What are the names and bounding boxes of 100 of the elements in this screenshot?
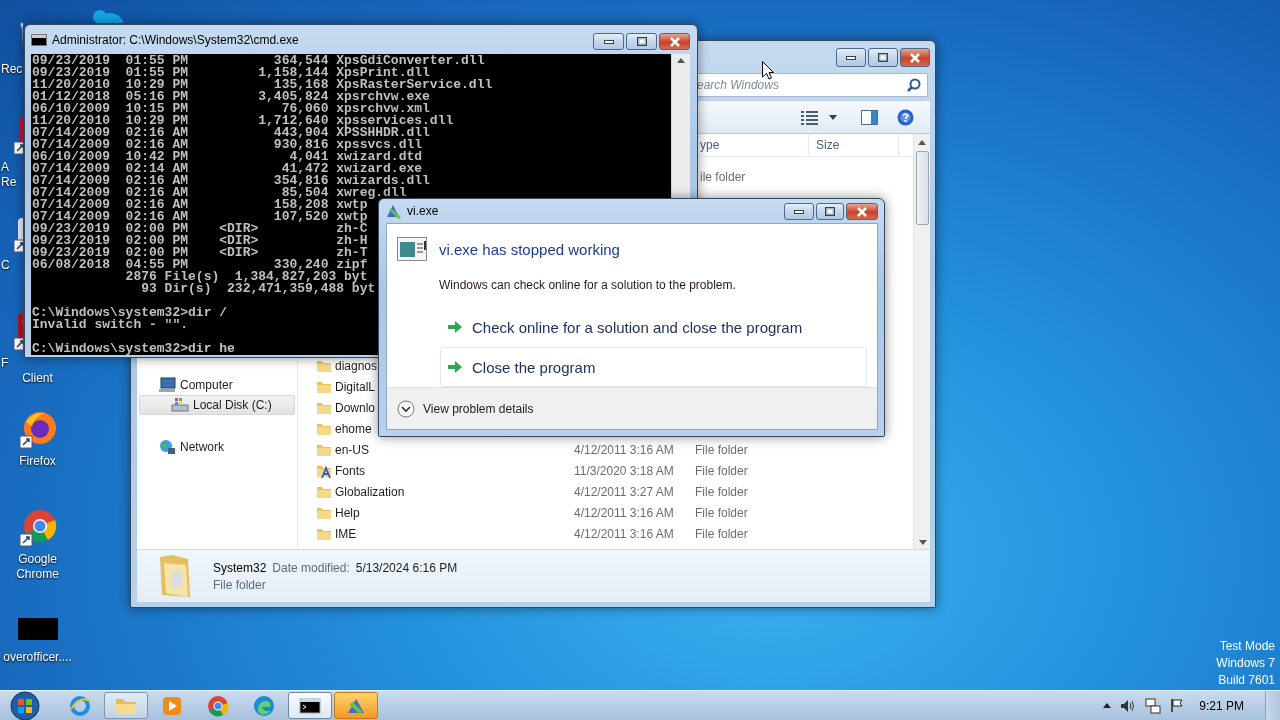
minimize-button[interactable] bbox=[784, 203, 814, 220]
scroll-down-icon[interactable] bbox=[919, 540, 927, 545]
console-line: 09/23/2019 02:00 PM <DIR> zh-T bbox=[32, 247, 368, 259]
console-line: C:\Windows\system32>dir / bbox=[32, 307, 228, 319]
console-line: 11/20/2010 10:29 PM 135,168 XpsRasterService.dll bbox=[32, 79, 493, 91]
scrollbar[interactable] bbox=[913, 134, 930, 549]
dropdown-button[interactable] bbox=[829, 115, 837, 120]
console-line: 07/14/2009 02:16 AM 85,504 xwreg.dll bbox=[32, 187, 407, 199]
details-link[interactable]: View problem details bbox=[423, 401, 534, 416]
scroll-thumb[interactable] bbox=[915, 151, 929, 225]
app-icon bbox=[386, 203, 402, 219]
file-name[interactable]: Downlo bbox=[335, 400, 376, 415]
column-header[interactable]: ype bbox=[700, 134, 808, 156]
console-line: 09/23/2019 02:00 PM <DIR> zh-C bbox=[32, 223, 368, 235]
computer-icon bbox=[158, 377, 176, 393]
folder-icon bbox=[158, 553, 192, 599]
expand-icon[interactable] bbox=[397, 399, 415, 418]
desktop-icon-label: Rec bbox=[0, 62, 23, 77]
help-button[interactable] bbox=[897, 109, 914, 126]
file-date: 4/12/2011 3:16 AM bbox=[573, 526, 675, 541]
clock[interactable]: 9:21 PM bbox=[1199, 698, 1244, 713]
console-line: 07/14/2009 02:16 AM 107,520 xwtp bbox=[32, 211, 368, 223]
file-type: ile folder bbox=[700, 169, 747, 184]
desktop-icon-label: Client bbox=[22, 371, 53, 386]
desktop-icon[interactable] bbox=[17, 508, 58, 548]
close-button[interactable] bbox=[900, 48, 930, 67]
maximize-button[interactable] bbox=[868, 48, 898, 67]
minimize-icon bbox=[603, 39, 614, 44]
item-name: System32 bbox=[213, 560, 267, 575]
desktop-icon-label: C bbox=[0, 258, 10, 273]
taskbar-button[interactable] bbox=[288, 692, 332, 719]
console-line: 07/14/2009 02:16 AM 930,816 xpssvcs.dll bbox=[32, 139, 423, 151]
file-name[interactable]: Help bbox=[335, 505, 360, 520]
view-options-button[interactable] bbox=[801, 110, 819, 125]
speaker-icon bbox=[1120, 698, 1137, 713]
scroll-up-icon[interactable] bbox=[918, 140, 926, 145]
windows-logo-icon bbox=[10, 690, 40, 720]
minimize-icon bbox=[846, 55, 856, 60]
file-name[interactable]: Fonts bbox=[335, 463, 365, 478]
desktop-icon[interactable] bbox=[17, 410, 58, 450]
media-player-icon bbox=[161, 694, 183, 717]
console-line: 06/08/2018 04:55 PM 330,240 zipf bbox=[32, 259, 368, 271]
file-name[interactable]: DigitalL bbox=[335, 379, 376, 394]
minimize-icon bbox=[794, 209, 804, 214]
search-icon bbox=[907, 78, 921, 92]
console-line: 09/23/2019 01:55 PM 364,544 XpsGdiConverter.dll bbox=[32, 55, 485, 67]
flag-icon bbox=[1170, 698, 1185, 713]
maximize-icon bbox=[636, 37, 647, 46]
caret-icon bbox=[1103, 703, 1112, 708]
console-line: 09/23/2019 01:55 PM 1,158,144 XpsPrint.dll bbox=[32, 67, 430, 79]
command-link[interactable]: Close the program bbox=[440, 347, 867, 387]
console-line: 93 Dir(s) 232,471,359,488 byt bbox=[140, 283, 376, 295]
close-button[interactable] bbox=[846, 203, 878, 220]
window-title: Administrator: C:\Windows\System32\cmd.exe bbox=[52, 32, 299, 47]
file-name[interactable]: en-US bbox=[335, 442, 369, 457]
file-date: 4/12/2011 3:16 AM bbox=[573, 442, 675, 457]
field-label: Date modified: bbox=[272, 560, 350, 575]
file-name[interactable]: IME bbox=[335, 526, 357, 541]
scroll-up-icon[interactable] bbox=[677, 58, 685, 63]
desktop-icon-label: F bbox=[0, 356, 9, 371]
console-line: 2876 File(s) 1,384,827,203 byt bbox=[124, 271, 368, 283]
preview-pane-button[interactable] bbox=[861, 110, 878, 125]
nav-item[interactable]: Network bbox=[139, 437, 295, 457]
desktop-icon-label: Re bbox=[0, 175, 17, 190]
system-info-text: Build 7601 bbox=[1218, 672, 1275, 689]
close-icon bbox=[856, 206, 868, 217]
tray-expand-button[interactable] bbox=[1103, 703, 1112, 708]
close-button[interactable] bbox=[659, 33, 690, 50]
disk-icon bbox=[171, 397, 189, 413]
console-line: C:\Windows\system32>dir he bbox=[32, 343, 235, 355]
minimize-button[interactable] bbox=[836, 48, 866, 67]
close-icon bbox=[668, 36, 681, 47]
details-view-icon bbox=[801, 110, 819, 125]
maximize-button[interactable] bbox=[816, 203, 844, 220]
maximize-icon bbox=[878, 53, 888, 62]
console-line: 09/23/2019 02:00 PM <DIR> zh-H bbox=[32, 235, 368, 247]
chrome-icon bbox=[207, 694, 229, 717]
network-button[interactable] bbox=[1145, 697, 1162, 714]
console-line: 07/14/2009 02:16 AM 354,816 xwizards.dll bbox=[32, 175, 430, 187]
console-icon bbox=[31, 33, 47, 46]
close-icon bbox=[909, 52, 921, 63]
column-header[interactable]: Size bbox=[808, 134, 898, 156]
file-name[interactable]: ehome bbox=[335, 421, 372, 436]
file-type: File folder bbox=[694, 526, 749, 541]
volume-button[interactable] bbox=[1120, 698, 1137, 713]
console-line: 01/12/2018 05:16 PM 3,405,824 xpsrchvw.exe bbox=[32, 91, 430, 103]
file-name[interactable]: Globalization bbox=[335, 484, 405, 499]
minimize-button[interactable] bbox=[593, 33, 624, 50]
action-center-button[interactable] bbox=[1170, 698, 1185, 713]
file-date: 4/12/2011 3:16 AM bbox=[573, 505, 675, 520]
browser-icon bbox=[69, 694, 91, 717]
file-name[interactable]: diagnos bbox=[335, 358, 378, 373]
edge-icon bbox=[253, 694, 275, 717]
nav-item[interactable]: Local Disk (C:) bbox=[139, 395, 295, 415]
desktop-icon-label: Firefox bbox=[19, 454, 56, 469]
maximize-button[interactable] bbox=[626, 33, 657, 50]
maximize-icon bbox=[825, 207, 835, 216]
system-info-text: Windows 7 bbox=[1216, 655, 1275, 672]
console-line: 07/14/2009 02:16 AM 158,208 xwtp bbox=[32, 199, 368, 211]
nav-item[interactable]: Computer bbox=[139, 375, 295, 395]
